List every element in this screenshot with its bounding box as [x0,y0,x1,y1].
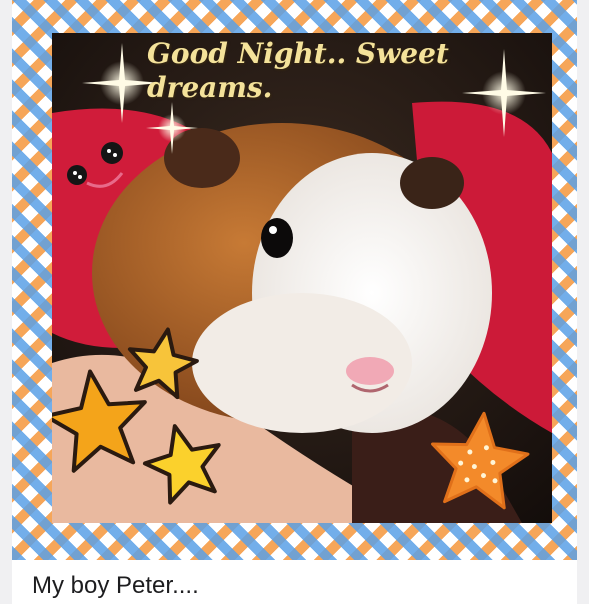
ladybug-sticker-icon [101,142,123,164]
eye-shine [269,226,277,234]
plaid-frame: Good Night.. Sweet dreams. [12,0,577,560]
post-photo[interactable]: Good Night.. Sweet dreams. [52,33,552,523]
right-ear [400,157,464,209]
eye [261,218,293,258]
post-caption: My boy Peter.... [32,572,199,599]
overlay-greeting-text: Good Night.. Sweet dreams. [147,37,449,104]
post-card: Good Night.. Sweet dreams. My boy Peter.… [12,0,577,604]
nose [346,357,394,385]
ladybug-sticker-icon [67,165,87,185]
guinea-pig-illustration [52,33,552,523]
